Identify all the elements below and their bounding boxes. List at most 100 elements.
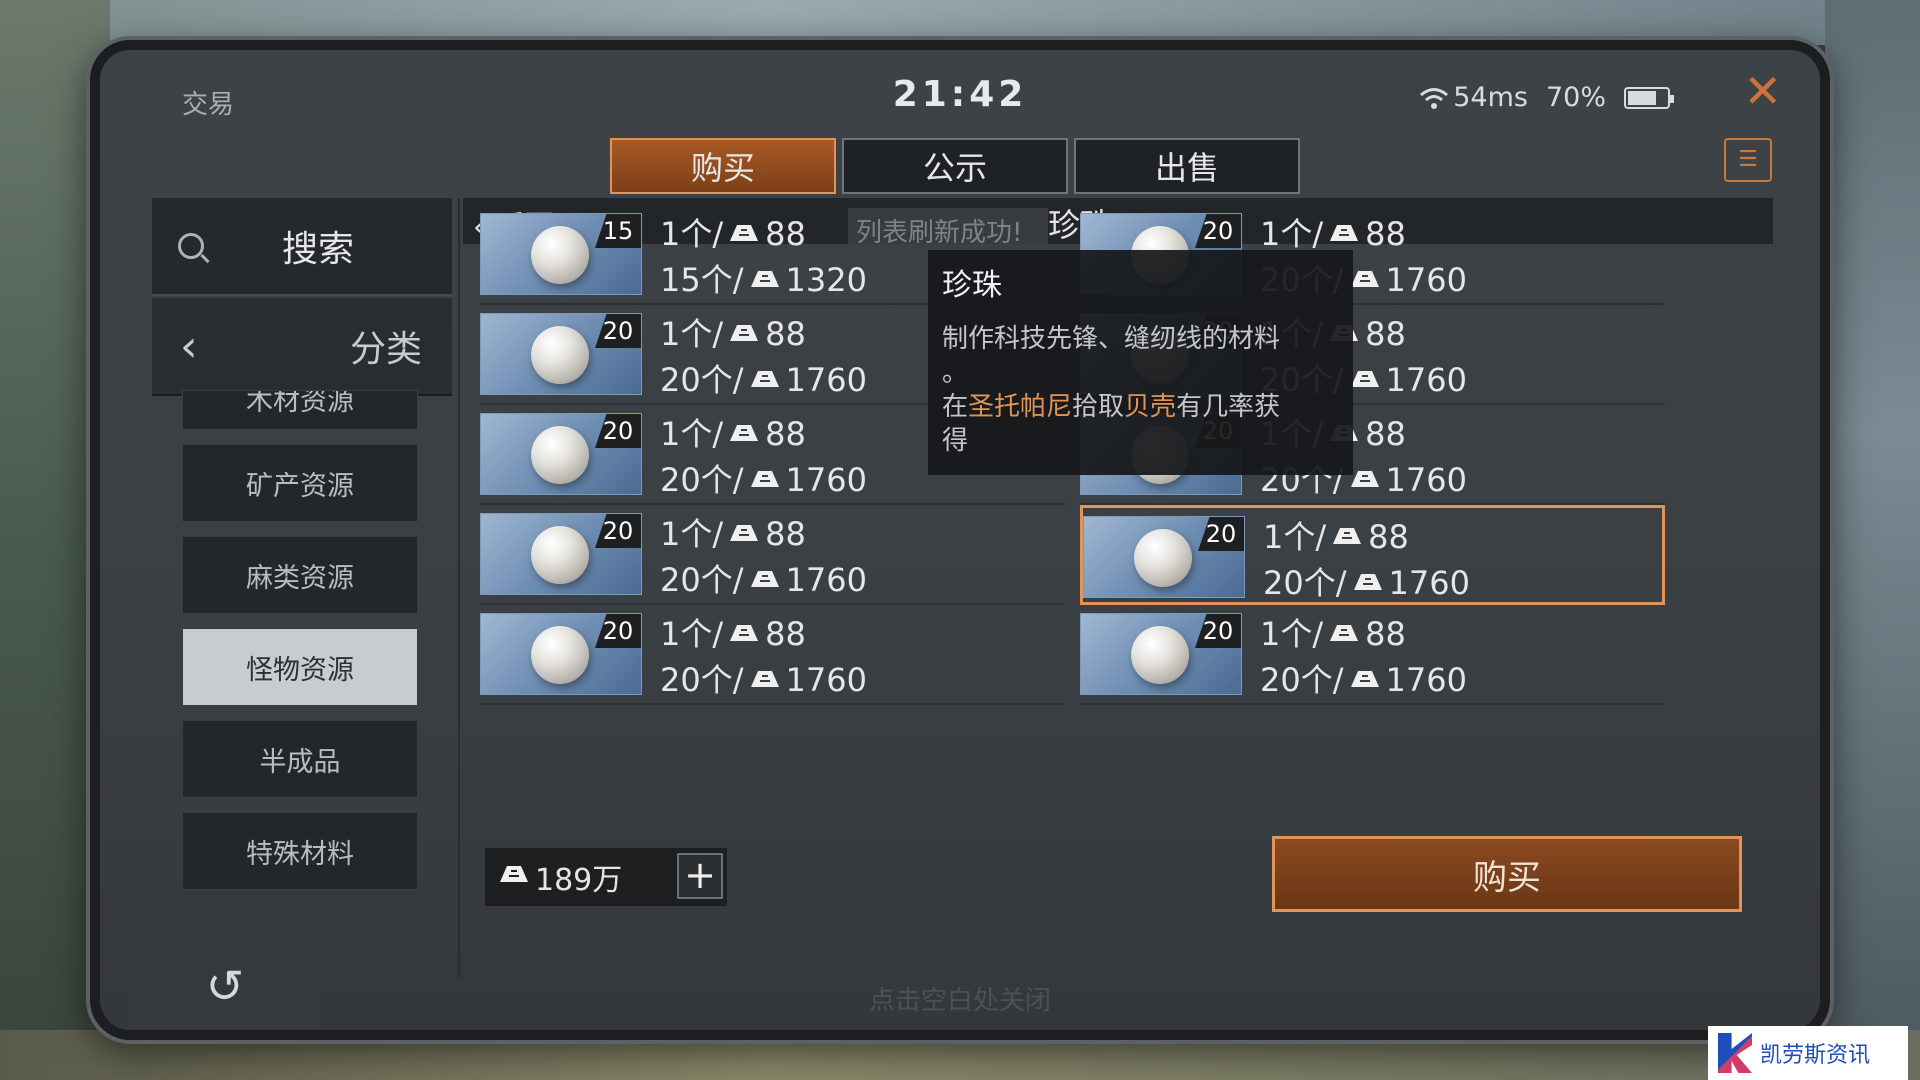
pearl-icon <box>531 326 589 384</box>
unit-label: 1个/ <box>660 515 724 553</box>
unit-price: 1个/88 <box>1260 609 1406 655</box>
tooltip-line1: 制作科技先锋、缝纫线的材料 <box>942 324 1281 354</box>
bulk-price-value: 1760 <box>1388 564 1470 602</box>
unit-price-value: 88 <box>1368 518 1409 556</box>
bulk-label: 15个/ <box>660 261 744 299</box>
unit-price: 1个/88 <box>1263 512 1409 558</box>
tab-buy[interactable]: 购买 <box>610 138 836 194</box>
category-item-mineral[interactable]: 矿产资源 <box>182 444 418 522</box>
battery-fill <box>1628 90 1656 105</box>
tooltip-source: 贝壳 <box>1124 392 1177 422</box>
tab-sell[interactable]: 出售 <box>1074 138 1300 194</box>
trade-screen: 交易 21:42 54ms 70% ✕ ☰ 购买 公示 出售 搜索 ‹ 分类 木… <box>100 50 1820 1030</box>
close-icon[interactable]: ✕ <box>1743 68 1782 114</box>
list-item[interactable]: 201个/8820个/1760 <box>1080 505 1665 605</box>
tooltip-line2: 。 <box>942 358 969 388</box>
unit-price-value: 88 <box>765 615 806 653</box>
unit-price: 1个/88 <box>660 309 806 355</box>
item-tooltip: 珍珠 制作科技先锋、缝纫线的材料 。 在圣托帕尼拾取贝壳有几率获 得 <box>928 250 1353 475</box>
tooltip-tail: 得 <box>942 426 969 456</box>
category-item-special[interactable]: 特殊材料 <box>182 812 418 890</box>
bulk-price: 20个/1760 <box>660 555 867 601</box>
clipboard-icon[interactable]: ☰ <box>1724 138 1772 182</box>
buy-button[interactable]: 购买 <box>1272 836 1742 912</box>
tooltip-description: 制作科技先锋、缝纫线的材料 。 在圣托帕尼拾取贝壳有几率获 得 <box>942 322 1339 458</box>
bulk-price-value: 1760 <box>1385 261 1467 299</box>
coin-icon <box>1350 271 1379 287</box>
ping-value: 54ms <box>1453 82 1528 113</box>
unit-label: 1个/ <box>660 215 724 253</box>
list-item[interactable]: 201个/8820个/1760 <box>1080 605 1665 705</box>
coin-icon <box>750 571 779 587</box>
unit-price-value: 88 <box>1365 315 1406 353</box>
quantity-badge: 20 <box>1195 614 1241 648</box>
item-thumbnail: 20 <box>480 313 642 395</box>
bulk-price-value: 1760 <box>1385 361 1467 399</box>
unit-price: 1个/88 <box>660 209 806 255</box>
bulk-price-value: 1760 <box>785 361 867 399</box>
coin-icon <box>750 271 779 287</box>
coin-icon <box>750 671 779 687</box>
tab-announce[interactable]: 公示 <box>842 138 1068 194</box>
bulk-price: 20个/1760 <box>1263 558 1470 604</box>
category-item-monster[interactable]: 怪物资源 <box>182 628 418 706</box>
search-button[interactable]: 搜索 <box>152 198 452 296</box>
add-currency-button[interactable]: + <box>677 853 723 899</box>
category-item-wood[interactable]: 木材资源 <box>182 390 418 430</box>
quantity-badge: 15 <box>595 214 641 248</box>
bulk-price-value: 1760 <box>785 461 867 499</box>
unit-price-value: 88 <box>765 215 806 253</box>
bulk-price: 20个/1760 <box>660 655 867 701</box>
bulk-label: 20个/ <box>1260 661 1344 699</box>
unit-label: 1个/ <box>660 615 724 653</box>
unit-label: 1个/ <box>660 415 724 453</box>
battery-percent: 70% <box>1545 82 1606 113</box>
bulk-price-value: 1760 <box>785 561 867 599</box>
tooltip-title: 珍珠 <box>942 268 1002 303</box>
unit-price-value: 88 <box>1365 615 1406 653</box>
quantity-badge: 20 <box>595 614 641 648</box>
unit-label: 1个/ <box>1260 615 1324 653</box>
coin-icon <box>1330 625 1359 641</box>
balance-value: 189万 <box>535 863 623 898</box>
coin-icon <box>1333 528 1362 544</box>
quantity-badge: 20 <box>595 514 641 548</box>
coin-icon <box>730 325 759 341</box>
panel-divider <box>458 198 460 978</box>
coin-icon <box>500 866 528 882</box>
item-thumbnail: 20 <box>1083 516 1245 598</box>
quantity-badge: 20 <box>1198 517 1244 551</box>
category-item-hemp[interactable]: 麻类资源 <box>182 536 418 614</box>
unit-price: 1个/88 <box>660 509 806 555</box>
unit-price: 1个/88 <box>660 409 806 455</box>
unit-price: 1个/88 <box>660 609 806 655</box>
item-thumbnail: 20 <box>480 413 642 495</box>
tooltip-suffix: 有几率获 <box>1176 392 1281 422</box>
bulk-price-value: 1320 <box>785 261 867 299</box>
tooltip-place: 圣托帕尼 <box>968 392 1073 422</box>
wifi-status: 54ms <box>1419 82 1528 113</box>
close-hint: 点击空白处关闭 <box>868 986 1051 1016</box>
coin-icon <box>730 225 759 241</box>
bulk-label: 20个/ <box>660 361 744 399</box>
unit-label: 1个/ <box>1260 215 1324 253</box>
background-right <box>1825 0 1920 1080</box>
background-top <box>0 0 1920 45</box>
bulk-label: 20个/ <box>660 561 744 599</box>
watermark-logo-icon <box>1718 1033 1752 1073</box>
list-item[interactable]: 201个/8820个/1760 <box>480 505 1065 605</box>
list-item[interactable]: 20 1个/8820个/1760 <box>480 605 1065 705</box>
unit-label: 1个/ <box>660 315 724 353</box>
coin-icon <box>1353 574 1382 590</box>
watermark: 凯劳斯资讯 <box>1708 1026 1908 1080</box>
coin-icon <box>750 471 779 487</box>
chevron-left-icon: ‹ <box>180 320 198 372</box>
tooltip-prefix: 在 <box>942 392 969 422</box>
category-header[interactable]: ‹ 分类 <box>152 298 452 396</box>
category-item-semi-finished[interactable]: 半成品 <box>182 720 418 798</box>
status-bar: 54ms 70% <box>1419 82 1674 113</box>
unit-price-value: 88 <box>1365 215 1406 253</box>
trade-tablet: 交易 21:42 54ms 70% ✕ ☰ 购买 公示 出售 搜索 ‹ 分类 木… <box>90 40 1830 1040</box>
bulk-label: 20个/ <box>1263 564 1347 602</box>
bulk-label: 20个/ <box>660 461 744 499</box>
